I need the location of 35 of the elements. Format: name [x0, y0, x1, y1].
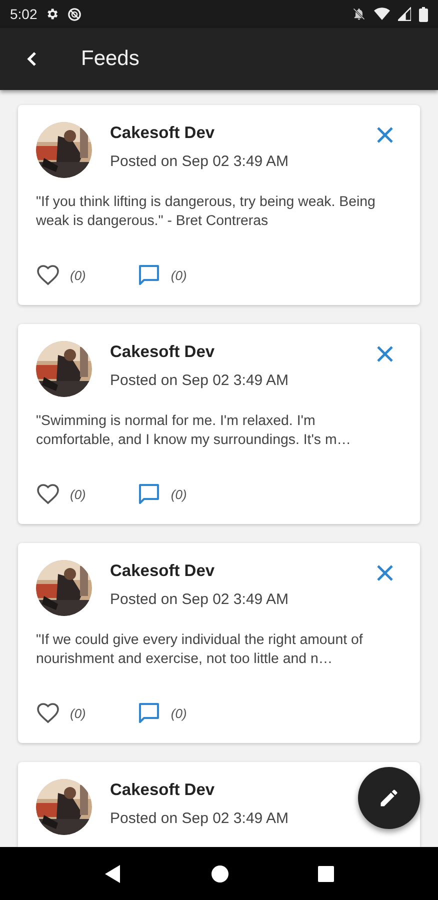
home-nav-button[interactable]: [210, 864, 229, 882]
author-name: Cakesoft Dev: [110, 562, 215, 581]
like-count: (0): [70, 706, 86, 720]
author-name: Cakesoft Dev: [110, 781, 215, 800]
pencil-icon: [378, 787, 400, 809]
comment-count: (0): [170, 268, 187, 282]
comment-button[interactable]: [136, 482, 161, 506]
like-button[interactable]: [36, 483, 60, 505]
comment-button[interactable]: [136, 263, 161, 287]
comment-count: (0): [170, 706, 187, 720]
comment-count: (0): [170, 486, 187, 502]
signal-icon: [398, 7, 411, 21]
screen-title: Feeds: [81, 47, 140, 71]
author-name: Cakesoft Dev: [110, 124, 215, 143]
like-button[interactable]: [36, 702, 60, 724]
post-date: Posted on Sep 02 3:49 AM: [110, 810, 288, 827]
wifi-icon: [374, 7, 390, 21]
post-date: Posted on Sep 02 3:49 AM: [110, 591, 288, 608]
post-text: "If you think lifting is dangerous, try being weak. Being weak is dangerous." - Bret Contreras: [36, 193, 376, 231]
post-date: Posted on Sep 02 3:49 AM: [110, 153, 288, 170]
recents-nav-button[interactable]: [318, 866, 334, 882]
circle-slash-icon: [67, 6, 82, 22]
post-date: Posted on Sep 02 3:49 AM: [110, 372, 288, 389]
like-button[interactable]: [36, 264, 60, 286]
gear-icon: [45, 7, 60, 21]
like-count: (0): [70, 268, 86, 282]
bell-off-icon: [352, 7, 366, 21]
back-nav-button[interactable]: [104, 864, 122, 884]
comment-button[interactable]: [136, 701, 161, 725]
status-time: 5:02: [10, 6, 38, 22]
battery-icon: [419, 6, 428, 22]
like-count: (0): [70, 486, 86, 502]
author-name: Cakesoft Dev: [110, 343, 215, 362]
post-text: "If we could give every individual the right amount of nourishment and exercise, not too little and n…: [36, 631, 364, 669]
post-text: "Swimming is normal for me. I'm relaxed. I'm comfortable, and I know my surroundings. It's m…: [36, 412, 352, 450]
